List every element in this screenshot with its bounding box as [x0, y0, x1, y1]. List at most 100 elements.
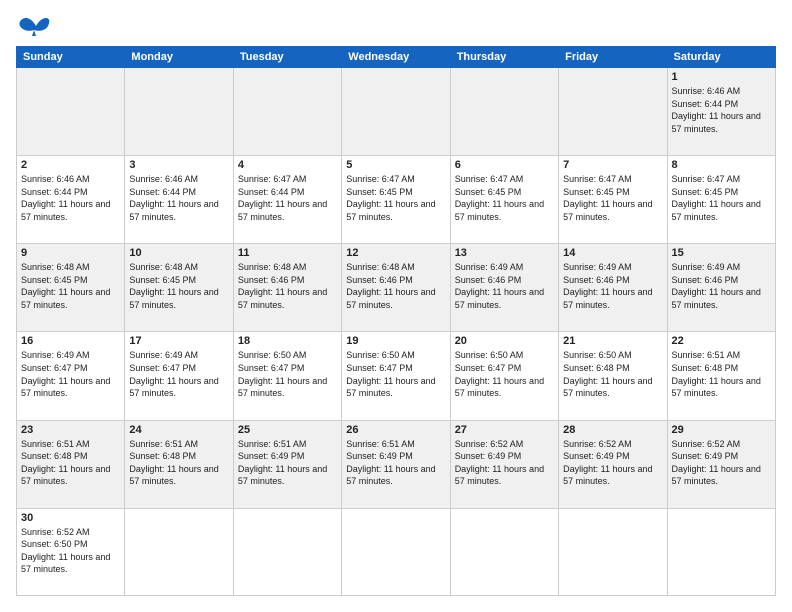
day-info: Sunrise: 6:48 AMSunset: 6:45 PMDaylight:…: [21, 261, 120, 311]
sunrise-text: Sunrise: 6:47 AM: [455, 173, 554, 186]
sunset-text: Sunset: 6:46 PM: [455, 274, 554, 287]
day-number: 11: [238, 247, 337, 259]
day-number: 5: [346, 159, 445, 171]
day-number: 9: [21, 247, 120, 259]
sunset-text: Sunset: 6:47 PM: [21, 362, 120, 375]
day-number: 2: [21, 159, 120, 171]
sunrise-text: Sunrise: 6:49 AM: [455, 261, 554, 274]
sunset-text: Sunset: 6:48 PM: [563, 362, 662, 375]
daylight-text: Daylight: 11 hours and 57 minutes.: [238, 286, 337, 311]
daylight-text: Daylight: 11 hours and 57 minutes.: [563, 463, 662, 488]
sunrise-text: Sunrise: 6:50 AM: [455, 349, 554, 362]
weekday-header-thursday: Thursday: [450, 47, 558, 68]
calendar-cell: 12 Sunrise: 6:48 AMSunset: 6:46 PMDayligh…: [342, 244, 450, 332]
day-info: Sunrise: 6:51 AMSunset: 6:49 PMDaylight:…: [238, 438, 337, 488]
day-info: Sunrise: 6:47 AMSunset: 6:45 PMDaylight:…: [563, 173, 662, 223]
logo-bird-icon: [18, 16, 50, 36]
sunrise-text: Sunrise: 6:50 AM: [563, 349, 662, 362]
sunrise-text: Sunrise: 6:51 AM: [346, 438, 445, 451]
day-number: 7: [563, 159, 662, 171]
sunrise-text: Sunrise: 6:48 AM: [346, 261, 445, 274]
sunset-text: Sunset: 6:45 PM: [346, 186, 445, 199]
calendar-cell: [559, 508, 667, 595]
calendar-cell: [559, 68, 667, 156]
calendar-cell: 15Sunrise: 6:49 AMSunset: 6:46 PMDayligh…: [667, 244, 775, 332]
sunrise-text: Sunrise: 6:52 AM: [455, 438, 554, 451]
day-info: Sunrise: 6:48 AMSunset: 6:46 PMDaylight:…: [238, 261, 337, 311]
day-info: Sunrise: 6:46 AMSunset: 6:44 PMDaylight:…: [672, 85, 771, 135]
sunrise-text: Sunrise: 6:50 AM: [238, 349, 337, 362]
day-number: 22: [672, 335, 771, 347]
daylight-text: Daylight: 11 hours and 57 minutes.: [672, 110, 771, 135]
day-info: Sunrise: 6:52 AMSunset: 6:49 PMDaylight:…: [563, 438, 662, 488]
calendar-cell: 13Sunrise: 6:49 AMSunset: 6:46 PMDayligh…: [450, 244, 558, 332]
calendar-cell: [450, 68, 558, 156]
sunrise-text: Sunrise: 6:49 AM: [563, 261, 662, 274]
day-number: 18: [238, 335, 337, 347]
day-info: Sunrise: 6:48 AMSunset: 6:45 PMDaylight:…: [129, 261, 228, 311]
sunset-text: Sunset: 6:46 PM: [346, 274, 445, 287]
calendar-cell: 3Sunrise: 6:46 AMSunset: 6:44 PMDaylight…: [125, 156, 233, 244]
day-number: 12: [346, 247, 445, 259]
sunrise-text: Sunrise: 6:46 AM: [129, 173, 228, 186]
daylight-text: Daylight: 11 hours and 57 minutes.: [346, 286, 445, 311]
calendar-cell: 4 Sunrise: 6:47 AMSunset: 6:44 PMDaylight…: [233, 156, 341, 244]
day-info: Sunrise: 6:47 AMSunset: 6:45 PMDaylight:…: [455, 173, 554, 223]
daylight-text: Daylight: 11 hours and 57 minutes.: [346, 463, 445, 488]
calendar-cell: 9 Sunrise: 6:48 AMSunset: 6:45 PMDaylight…: [17, 244, 125, 332]
calendar-cell: 21 Sunrise: 6:50 AMSunset: 6:48 PMDayligh…: [559, 332, 667, 420]
day-number: 25: [238, 424, 337, 436]
calendar-cell: 24Sunrise: 6:51 AMSunset: 6:48 PMDayligh…: [125, 420, 233, 508]
daylight-text: Daylight: 11 hours and 57 minutes.: [563, 375, 662, 400]
calendar-cell: 10Sunrise: 6:48 AMSunset: 6:45 PMDayligh…: [125, 244, 233, 332]
sunset-text: Sunset: 6:45 PM: [455, 186, 554, 199]
day-number: 30: [21, 512, 120, 524]
calendar-week-3: 16Sunrise: 6:49 AMSunset: 6:47 PMDayligh…: [17, 332, 776, 420]
calendar-cell: [125, 508, 233, 595]
calendar-cell: 23Sunrise: 6:51 AMSunset: 6:48 PMDayligh…: [17, 420, 125, 508]
day-number: 21: [563, 335, 662, 347]
daylight-text: Daylight: 11 hours and 57 minutes.: [455, 463, 554, 488]
day-info: Sunrise: 6:47 AMSunset: 6:44 PMDaylight:…: [238, 173, 337, 223]
day-info: Sunrise: 6:49 AMSunset: 6:46 PMDaylight:…: [563, 261, 662, 311]
calendar-cell: 17Sunrise: 6:49 AMSunset: 6:47 PMDayligh…: [125, 332, 233, 420]
calendar-cell: 25 Sunrise: 6:51 AMSunset: 6:49 PMDayligh…: [233, 420, 341, 508]
weekday-header-monday: Monday: [125, 47, 233, 68]
sunrise-text: Sunrise: 6:47 AM: [563, 173, 662, 186]
day-number: 20: [455, 335, 554, 347]
day-info: Sunrise: 6:46 AMSunset: 6:44 PMDaylight:…: [21, 173, 120, 223]
weekday-header-sunday: Sunday: [17, 47, 125, 68]
sunset-text: Sunset: 6:44 PM: [672, 98, 771, 111]
calendar-cell: 5Sunrise: 6:47 AMSunset: 6:45 PMDaylight…: [342, 156, 450, 244]
sunset-text: Sunset: 6:45 PM: [129, 274, 228, 287]
sunrise-text: Sunrise: 6:48 AM: [129, 261, 228, 274]
daylight-text: Daylight: 11 hours and 57 minutes.: [563, 286, 662, 311]
daylight-text: Daylight: 11 hours and 57 minutes.: [672, 286, 771, 311]
day-number: 17: [129, 335, 228, 347]
daylight-text: Daylight: 11 hours and 57 minutes.: [672, 463, 771, 488]
sunset-text: Sunset: 6:45 PM: [563, 186, 662, 199]
day-info: Sunrise: 6:51 AMSunset: 6:49 PMDaylight:…: [346, 438, 445, 488]
calendar-cell: 16Sunrise: 6:49 AMSunset: 6:47 PMDayligh…: [17, 332, 125, 420]
daylight-text: Daylight: 11 hours and 57 minutes.: [129, 375, 228, 400]
sunset-text: Sunset: 6:46 PM: [672, 274, 771, 287]
calendar-cell: 19Sunrise: 6:50 AMSunset: 6:47 PMDayligh…: [342, 332, 450, 420]
sunset-text: Sunset: 6:50 PM: [21, 538, 120, 551]
day-number: 14: [563, 247, 662, 259]
calendar-cell: 8Sunrise: 6:47 AMSunset: 6:45 PMDaylight…: [667, 156, 775, 244]
calendar-cell: 11 Sunrise: 6:48 AMSunset: 6:46 PMDayligh…: [233, 244, 341, 332]
logo: [16, 16, 50, 36]
day-info: Sunrise: 6:46 AMSunset: 6:44 PMDaylight:…: [129, 173, 228, 223]
calendar-cell: [450, 508, 558, 595]
calendar-cell: 29Sunrise: 6:52 AMSunset: 6:49 PMDayligh…: [667, 420, 775, 508]
sunset-text: Sunset: 6:48 PM: [672, 362, 771, 375]
sunrise-text: Sunrise: 6:47 AM: [346, 173, 445, 186]
day-number: 4: [238, 159, 337, 171]
calendar-table: SundayMondayTuesdayWednesdayThursdayFrid…: [16, 46, 776, 596]
daylight-text: Daylight: 11 hours and 57 minutes.: [238, 375, 337, 400]
day-number: 6: [455, 159, 554, 171]
day-number: 1: [672, 71, 771, 83]
calendar-cell: 2 Sunrise: 6:46 AMSunset: 6:44 PMDaylight…: [17, 156, 125, 244]
day-number: 26: [346, 424, 445, 436]
day-number: 23: [21, 424, 120, 436]
